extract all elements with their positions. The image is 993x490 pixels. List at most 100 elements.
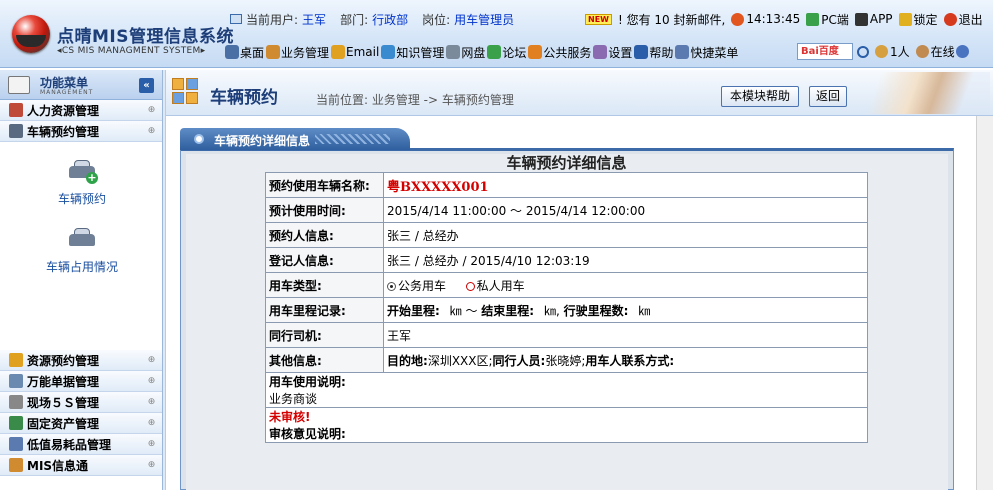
service-icon bbox=[528, 45, 543, 59]
table-row: 同行司机: 王军 bbox=[265, 322, 868, 348]
knowledge-icon bbox=[381, 45, 396, 59]
current-user[interactable]: 王军 bbox=[302, 11, 326, 28]
mileage-label: 用车里程记录: bbox=[265, 297, 384, 323]
lock-link[interactable]: 锁定 bbox=[914, 11, 938, 28]
module-icon bbox=[9, 458, 23, 472]
menu-item-label[interactable]: 设置 bbox=[608, 44, 632, 61]
post-label: 岗位: bbox=[422, 12, 451, 27]
expand-icon[interactable]: ⊕ bbox=[146, 460, 157, 471]
main-menu: 桌面 业务管理 Email 知识管理 网盘 论坛 公共服务 设置 帮助 快捷菜单 bbox=[225, 42, 740, 62]
menu-item-1[interactable]: 业务管理 bbox=[266, 44, 329, 61]
menu-item-9[interactable]: 快捷菜单 bbox=[675, 44, 738, 61]
search-engine-box[interactable]: Bai百度 bbox=[797, 43, 853, 60]
expand-icon[interactable]: ⊕ bbox=[146, 418, 157, 429]
detail-table: 预约使用车辆名称: 粤BXXXXX001 预计使用时间: 2015/4/14 1… bbox=[265, 172, 868, 443]
sidebar-item-bottom_items-2[interactable]: 现场５Ｓ管理 ⊕ bbox=[0, 392, 162, 413]
breadcrumb: 当前位置: 业务管理 -> 车辆预约管理 bbox=[316, 93, 514, 107]
module-icon bbox=[172, 78, 200, 106]
menu-item-7[interactable]: 设置 bbox=[593, 44, 632, 61]
sidebar-item-bottom_items-5[interactable]: MIS信息通 ⊕ bbox=[0, 455, 162, 476]
menu-item-label[interactable]: 业务管理 bbox=[281, 44, 329, 61]
sidebar-item-top_items-0[interactable]: 人力资源管理 ⊕ bbox=[0, 100, 162, 121]
menu-item-3[interactable]: 知识管理 bbox=[381, 44, 444, 61]
menu-item-8[interactable]: 帮助 bbox=[634, 44, 673, 61]
collapse-sidebar-button[interactable]: « bbox=[139, 78, 154, 93]
sidebar-item-top_items-1[interactable]: 车辆预约管理 ⊕ bbox=[0, 121, 162, 142]
sidebar-splitter[interactable] bbox=[163, 70, 166, 490]
lock-icon bbox=[898, 12, 912, 26]
sidebar-item-bottom_items-3[interactable]: 固定资产管理 ⊕ bbox=[0, 413, 162, 434]
sidebar-link-vehicle-booking[interactable]: + 车辆预约 bbox=[27, 160, 137, 207]
plate-label: 预约使用车辆名称: bbox=[265, 172, 384, 198]
chevron-down-icon[interactable] bbox=[955, 45, 969, 58]
person-icon bbox=[266, 45, 281, 59]
forum-icon bbox=[487, 45, 502, 59]
sidebar-item-label: MIS信息通 bbox=[27, 458, 89, 473]
search-icon[interactable] bbox=[857, 45, 869, 58]
vehicle-booking-label[interactable]: 车辆预约 bbox=[58, 192, 106, 206]
expand-icon[interactable]: ⊕ bbox=[146, 439, 157, 450]
back-button[interactable]: 返回 bbox=[809, 86, 847, 107]
help-icon bbox=[634, 45, 649, 59]
logo-icon bbox=[12, 15, 50, 53]
vehicle-usage-label[interactable]: 车辆占用情况 bbox=[46, 260, 118, 274]
module-help-button[interactable]: 本模块帮助 bbox=[721, 86, 799, 107]
menu-item-label[interactable]: 论坛 bbox=[502, 44, 526, 61]
sidebar-item-label: 人力资源管理 bbox=[27, 103, 100, 118]
menu-item-label[interactable]: 网盘 bbox=[461, 44, 485, 61]
sidebar-link-vehicle-usage[interactable]: 车辆占用情况 bbox=[27, 228, 137, 275]
pc-link[interactable]: PC端 bbox=[821, 11, 849, 28]
expand-icon[interactable]: ⊕ bbox=[146, 376, 157, 387]
menu-item-5[interactable]: 论坛 bbox=[487, 44, 526, 61]
radio-private[interactable] bbox=[465, 281, 475, 291]
review-cell: 未审核! 审核意见说明: bbox=[265, 407, 868, 443]
menu-item-2[interactable]: Email bbox=[331, 45, 379, 59]
sidebar-item-bottom_items-0[interactable]: 资源预约管理 ⊕ bbox=[0, 350, 162, 371]
type-option-official: 公务用车 bbox=[398, 278, 447, 293]
handshake-banner bbox=[850, 72, 990, 114]
driver-label: 同行司机: bbox=[265, 322, 384, 348]
time-value: 2015/4/14 11:00:00 ～ 2015/4/14 12:00:00 bbox=[383, 197, 868, 223]
other-value: 目的地:深圳XXX区;同行人员:张晓婷;用车人联系方式: bbox=[383, 347, 868, 373]
online-count[interactable]: 1人 bbox=[890, 43, 910, 60]
table-row: 用车使用说明: 业务商谈 bbox=[265, 372, 868, 408]
expand-icon[interactable]: ⊕ bbox=[146, 126, 157, 137]
mail-notice[interactable]: ! 您有 10 封新邮件, bbox=[618, 11, 725, 28]
menu-item-0[interactable]: 桌面 bbox=[225, 44, 264, 61]
sidebar-item-label: 万能单据管理 bbox=[27, 374, 100, 389]
menu-item-label[interactable]: 帮助 bbox=[649, 44, 673, 61]
menu-item-6[interactable]: 公共服务 bbox=[528, 44, 591, 61]
usage-label: 用车使用说明: bbox=[269, 375, 346, 389]
mileage-value: 开始里程: ㎞ ～ 结束里程: ㎞, 行驶里程数: ㎞ bbox=[383, 297, 868, 323]
current-user-label: 当前用户: bbox=[246, 12, 299, 27]
sidebar-item-bottom_items-4[interactable]: 低值易耗品管理 ⊕ bbox=[0, 434, 162, 455]
expand-icon[interactable]: ⊕ bbox=[146, 397, 157, 408]
vertical-scrollbar[interactable] bbox=[976, 116, 993, 490]
menu-item-label[interactable]: 桌面 bbox=[240, 44, 264, 61]
post-value: 用车管理员 bbox=[454, 12, 515, 27]
module-icon bbox=[9, 353, 23, 367]
module-icon bbox=[9, 374, 23, 388]
review-label: 审核意见说明: bbox=[269, 427, 346, 441]
sidebar-subtitle: MANAGEMENT bbox=[40, 89, 94, 96]
mileage-unit-3: ㎞ bbox=[638, 303, 651, 318]
other-label: 其他信息: bbox=[265, 347, 384, 373]
sidebar-item-label: 低值易耗品管理 bbox=[27, 437, 112, 452]
exit-link[interactable]: 退出 bbox=[959, 11, 983, 28]
menu-item-label[interactable]: Email bbox=[346, 45, 379, 59]
clock-time: 14:13:45 bbox=[746, 12, 801, 26]
menu-item-label[interactable]: 公共服务 bbox=[543, 44, 591, 61]
online-label[interactable]: 在线 bbox=[931, 43, 955, 60]
app-subtitle: ◂CS MIS MANAGMENT SYSTEM▸ bbox=[57, 46, 206, 56]
menu-item-4[interactable]: 网盘 bbox=[446, 44, 485, 61]
sidebar-item-label: 现场５Ｓ管理 bbox=[27, 395, 100, 410]
radio-official[interactable] bbox=[387, 281, 396, 291]
sidebar-item-bottom_items-1[interactable]: 万能单据管理 ⊕ bbox=[0, 371, 162, 392]
menu-item-label[interactable]: 快捷菜单 bbox=[690, 44, 738, 61]
expand-icon[interactable]: ⊕ bbox=[146, 355, 157, 366]
companions-value: 张晓婷; bbox=[545, 353, 586, 368]
menu-item-label[interactable]: 知识管理 bbox=[396, 44, 444, 61]
app-link[interactable]: APP bbox=[870, 12, 893, 26]
user-info: 当前用户: 王军 部门: 行政部 岗位: 用车管理员 bbox=[230, 10, 528, 28]
expand-icon[interactable]: ⊕ bbox=[146, 105, 157, 116]
